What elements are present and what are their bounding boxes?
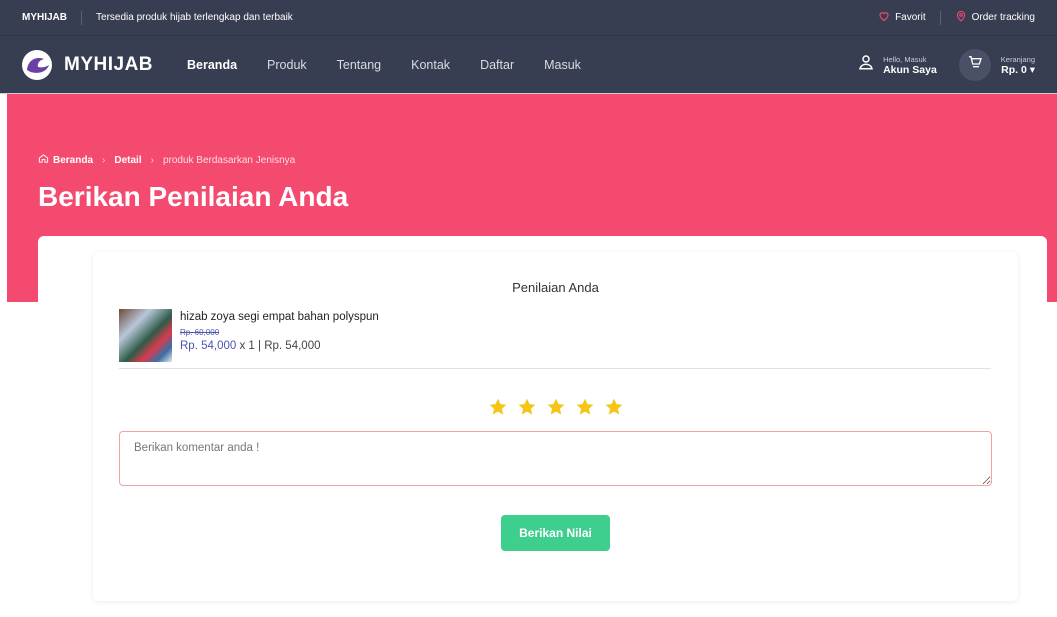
comment-input[interactable]	[119, 431, 992, 486]
user-icon	[857, 53, 875, 76]
page-title: Berikan Penilaian Anda	[38, 181, 349, 212]
account-text: Hello, Masuk Akun Saya	[883, 54, 937, 76]
top-links: Favorit Order tracking	[878, 10, 1035, 25]
cart-total: Rp. 0 ▾	[1001, 63, 1035, 76]
menu-item-kontak[interactable]: Kontak	[411, 58, 450, 72]
favorite-link[interactable]: Favorit	[878, 10, 926, 25]
cart-summary[interactable]: Keranjang Rp. 0 ▾	[1001, 54, 1035, 76]
account-label: Akun Saya	[883, 63, 937, 76]
breadcrumb-current: produk Berdasarkan Jenisnya	[162, 154, 296, 166]
menu-item-produk[interactable]: Produk	[267, 58, 307, 72]
top-brand[interactable]: MYHIJAB	[22, 12, 67, 23]
heart-icon	[878, 10, 890, 25]
top-tagline: Tersedia produk hijab terlengkap dan ter…	[96, 12, 293, 23]
star-icon[interactable]	[604, 397, 624, 417]
product-quantity: x 1	[239, 340, 255, 352]
chevron-down-icon: ▾	[1029, 63, 1035, 76]
breadcrumb-home[interactable]: Beranda	[38, 153, 93, 167]
menu-item-beranda[interactable]: Beranda	[187, 58, 237, 72]
account-greeting: Hello, Masuk	[883, 54, 927, 64]
breadcrumb-separator: ›	[150, 154, 154, 166]
product-name: hizab zoya segi empat bahan polyspun	[180, 311, 379, 323]
location-pin-icon	[955, 10, 967, 25]
submit-rating-button[interactable]: Berikan Nilai	[501, 515, 610, 551]
product-price: Rp. 54,000	[180, 340, 237, 352]
logo-text: MYHIJAB	[64, 53, 154, 75]
menu-item-masuk[interactable]: Masuk	[544, 58, 581, 72]
product-old-price: Rp. 60,000	[180, 328, 220, 337]
star-icon[interactable]	[517, 397, 537, 417]
product-subtotal: Rp. 54,000	[264, 340, 321, 352]
product-thumbnail	[119, 309, 172, 362]
top-right-divider	[939, 10, 941, 25]
nav-right: Hello, Masuk Akun Saya Keranjang Rp. 0 ▾	[857, 48, 1035, 81]
rating-form-card: Penilaian Anda hizab zoya segi empat bah…	[93, 252, 1018, 601]
star-icon[interactable]	[488, 397, 508, 417]
home-icon	[38, 153, 49, 167]
product-price-line: Rp. 54,000 x 1 | Rp. 54,000	[180, 340, 379, 352]
order-tracking-link[interactable]: Order tracking	[955, 10, 1035, 25]
cart-area: Keranjang Rp. 0 ▾	[958, 48, 1035, 81]
product-summary: hizab zoya segi empat bahan polyspun Rp.…	[119, 309, 379, 362]
breadcrumb-detail[interactable]: Detail	[114, 155, 141, 166]
logo-mark-icon	[22, 49, 52, 80]
main-menu: Beranda Produk Tentang Kontak Daftar Mas…	[187, 58, 581, 72]
cart-icon	[967, 54, 983, 75]
price-separator: |	[258, 340, 262, 352]
top-strip: MYHIJAB Tersedia produk hijab terlengkap…	[0, 0, 1057, 35]
rating-heading: Penilaian Anda	[512, 280, 599, 295]
menu-item-tentang[interactable]: Tentang	[337, 58, 381, 72]
order-tracking-label: Order tracking	[971, 12, 1035, 23]
star-icon[interactable]	[546, 397, 566, 417]
cart-button[interactable]	[958, 48, 991, 81]
top-divider	[81, 10, 83, 25]
site-logo[interactable]: MYHIJAB	[22, 49, 154, 80]
star-icon[interactable]	[575, 397, 595, 417]
star-rating	[93, 397, 1018, 417]
account-link[interactable]: Hello, Masuk Akun Saya	[857, 53, 937, 76]
breadcrumb-home-label: Beranda	[53, 154, 94, 166]
breadcrumb: Beranda › Detail › produk Berdasarkan Je…	[38, 153, 295, 167]
breadcrumb-separator: ›	[102, 154, 106, 166]
product-info: hizab zoya segi empat bahan polyspun Rp.…	[180, 309, 379, 362]
menu-item-daftar[interactable]: Daftar	[480, 58, 514, 72]
main-navbar: MYHIJAB Beranda Produk Tentang Kontak Da…	[0, 35, 1057, 94]
favorite-label: Favorit	[895, 12, 926, 23]
divider	[119, 368, 991, 369]
